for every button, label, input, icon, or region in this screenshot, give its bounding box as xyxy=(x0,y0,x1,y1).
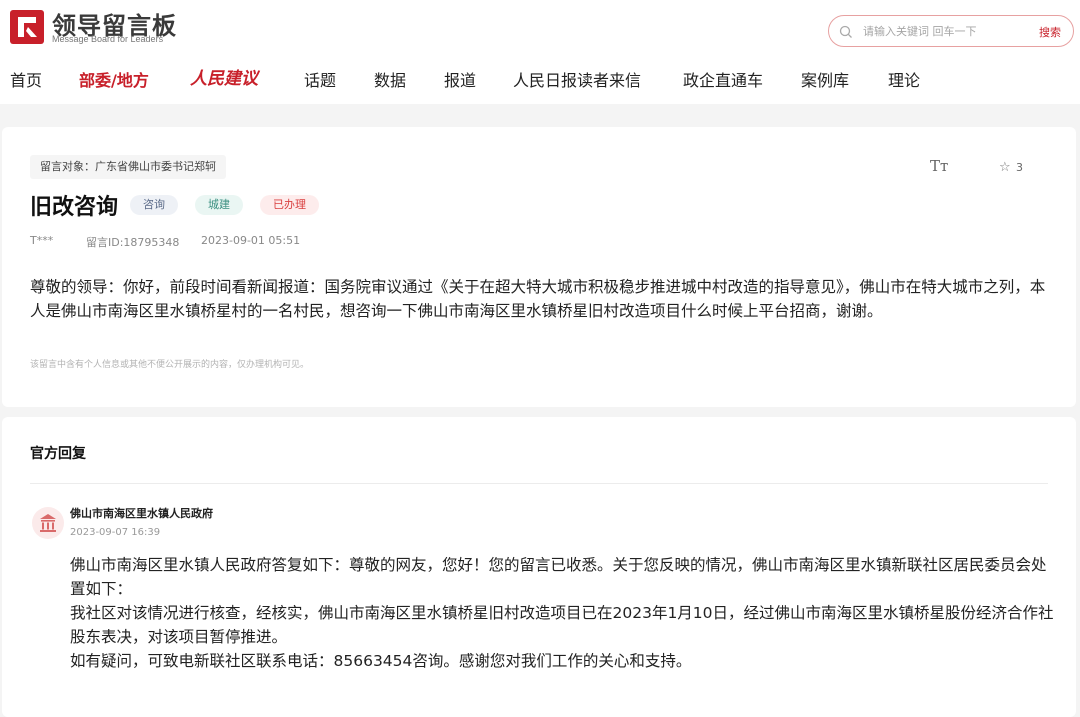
logo-subtitle: Message Board for Leaders xyxy=(52,34,164,44)
font-size-icon[interactable]: Tт xyxy=(930,157,948,175)
main-nav: 首页 部委/地方 人民建议 话题 数据 报道 人民日报读者来信 政企直通车 案例… xyxy=(0,64,1080,94)
tag-consult: 咨询 xyxy=(130,195,178,215)
message-author: T*** xyxy=(30,234,54,247)
message-id: 留言ID:18795348 xyxy=(86,236,180,249)
privacy-note: 该留言中含有个人信息或其他不便公开展示的内容，仅办理机构可见。 xyxy=(30,360,310,370)
star-count: 3 xyxy=(1016,161,1023,174)
reply-time: 2023-09-07 16:39 xyxy=(70,527,161,538)
message-target: 留言对象：广东省佛山市委书记郑轲 xyxy=(30,155,226,179)
nav-item-ministries-local[interactable]: 部委/地方 xyxy=(79,67,149,91)
reply-card: 官方回复 佛山市南海区里水镇人民政府 2023-09-07 16:39 佛山市南… xyxy=(2,417,1076,717)
nav-item-topics[interactable]: 话题 xyxy=(304,67,336,91)
reply-paragraph: 我社区对该情况进行核查，经核实，佛山市南海区里水镇桥星旧村改造项目已在2023年… xyxy=(70,604,1054,646)
logo-icon[interactable] xyxy=(10,10,44,44)
avatar xyxy=(32,507,64,539)
reply-body: 佛山市南海区里水镇人民政府答复如下：尊敬的网友，您好！您的留言已收悉。关于您反映… xyxy=(70,553,1054,673)
reply-paragraph: 佛山市南海区里水镇人民政府答复如下：尊敬的网友，您好！您的留言已收悉。关于您反映… xyxy=(70,556,1047,598)
government-building-icon xyxy=(40,514,56,532)
divider xyxy=(30,483,1048,484)
search-input[interactable] xyxy=(863,23,1023,39)
search-icon xyxy=(839,25,852,38)
reply-paragraph: 如有疑问，可致电新联社区联系电话：85663454咨询。感谢您对我们工作的关心和… xyxy=(70,652,692,670)
nav-item-people-suggestions[interactable]: 人民建议 xyxy=(190,64,258,89)
search-box[interactable]: 搜索 xyxy=(828,15,1074,47)
message-title: 旧改咨询 xyxy=(30,195,119,220)
status-badge: 已办理 xyxy=(260,195,319,215)
message-time: 2023-09-01 05:51 xyxy=(201,234,301,247)
nav-item-gov-enterprise[interactable]: 政企直通车 xyxy=(683,67,763,91)
star-icon[interactable]: ☆ xyxy=(999,160,1011,175)
message-body: 尊敬的领导：你好，前段时间看新闻报道：国务院审议通过《关于在超大特大城市积极稳步… xyxy=(30,278,1046,320)
site-header: 领导留言板 Message Board for Leaders 搜索 首页 部委… xyxy=(0,0,1080,104)
nav-item-reports[interactable]: 报道 xyxy=(444,67,476,91)
reply-heading: 官方回复 xyxy=(30,446,86,462)
nav-item-data[interactable]: 数据 xyxy=(374,67,406,91)
message-card: 留言对象：广东省佛山市委书记郑轲 Tт ☆ 3 旧改咨询 咨询 城建 已办理 T… xyxy=(2,127,1076,407)
nav-item-theory[interactable]: 理论 xyxy=(888,67,920,91)
tag-urban-construction: 城建 xyxy=(195,195,243,215)
nav-item-home[interactable]: 首页 xyxy=(10,67,42,91)
reply-org-name: 佛山市南海区里水镇人民政府 xyxy=(70,507,213,520)
nav-item-case-library[interactable]: 案例库 xyxy=(801,67,849,91)
search-button[interactable]: 搜索 xyxy=(1039,24,1061,40)
nav-item-reader-letters[interactable]: 人民日报读者来信 xyxy=(513,67,641,91)
